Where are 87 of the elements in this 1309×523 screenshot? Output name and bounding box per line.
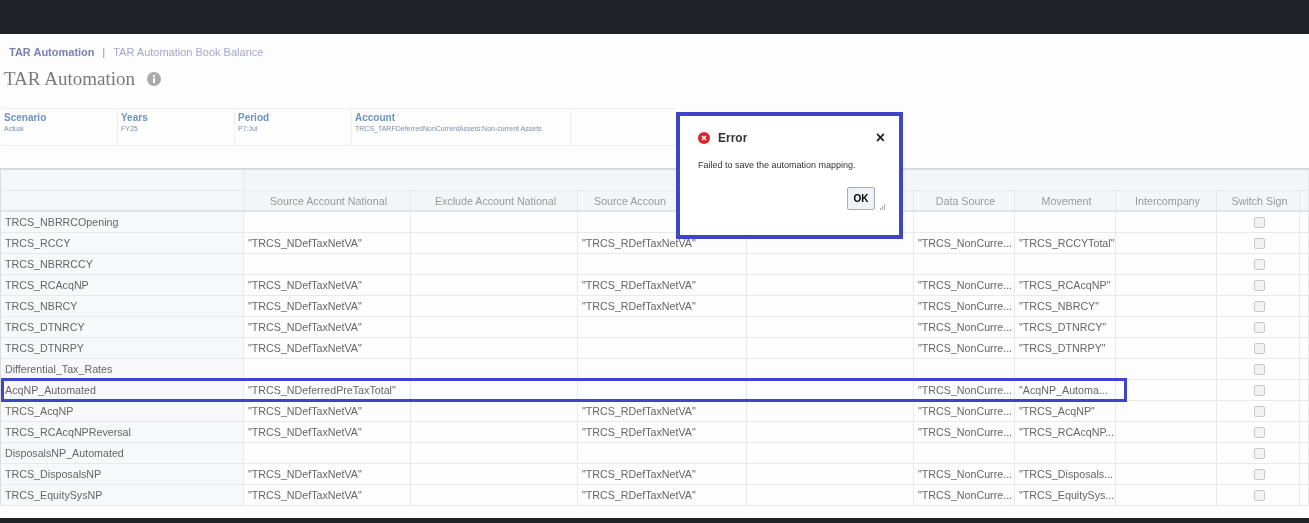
column-header[interactable]: Movement xyxy=(1041,194,1092,207)
row-header: TRCS_NBRRCOpening xyxy=(5,216,119,228)
checkbox[interactable] xyxy=(1254,300,1265,312)
table-cell: "TRCS_RDefTaxNetVA" xyxy=(582,300,696,312)
checkbox[interactable] xyxy=(1254,489,1265,501)
table-cell: "TRCS_NonCurre... xyxy=(918,468,1013,480)
filter-label: Period xyxy=(238,112,271,123)
row-header: TRCS_EquitySysNP xyxy=(5,489,103,501)
table-cell: "TRCS_NonCurre... xyxy=(918,321,1013,333)
row-header: TRCS_AcqNP xyxy=(5,405,74,417)
table-cell: "TRCS_RDefTaxNetVA" xyxy=(582,426,696,438)
checkbox[interactable] xyxy=(1254,468,1265,480)
table-cell: "TRCS_DTNRPY" xyxy=(1019,342,1106,354)
table-cell: "TRCS_NDefTaxNetVA" xyxy=(248,468,362,480)
table-cell: "TRCS_DTNRCY" xyxy=(1019,321,1107,333)
page-title: TAR Automation xyxy=(4,68,135,90)
table-cell: "TRCS_NDefTaxNetVA" xyxy=(248,321,362,333)
error-icon xyxy=(698,132,710,144)
checkbox[interactable] xyxy=(1254,258,1265,270)
table-cell: "TRCS_RCAcqNP... xyxy=(1019,426,1115,438)
checkbox[interactable] xyxy=(1254,405,1265,417)
checkbox[interactable] xyxy=(1254,426,1265,438)
table-cell: "TRCS_EquitySys... xyxy=(1019,489,1115,501)
row-header: TRCS_RCCY xyxy=(5,237,71,249)
table-cell: "TRCS_NonCurre... xyxy=(918,342,1013,354)
checkbox[interactable] xyxy=(1254,384,1265,396)
table-cell: "TRCS_NonCurre... xyxy=(918,300,1013,312)
column-header[interactable]: Source Account National xyxy=(269,194,387,207)
row-header: TRCS_DisposalsNP xyxy=(5,468,102,480)
row-header: TRCS_RCAcqNPReversal xyxy=(5,426,131,438)
table-cell: "TRCS_NonCurre... xyxy=(918,489,1013,501)
table-cell: "TRCS_NDeferredPreTaxTotal" xyxy=(248,384,396,396)
table-cell: "TRCS_NonCurre... xyxy=(918,237,1013,249)
row-header: Differential_Tax_Rates xyxy=(5,363,113,375)
row-header: DisposalsNP_Automated xyxy=(5,447,124,459)
filter-label: Account xyxy=(355,112,396,123)
checkbox[interactable] xyxy=(1254,216,1265,228)
filter-label: Years xyxy=(121,112,149,123)
table-cell: "TRCS_NDefTaxNetVA" xyxy=(248,279,362,291)
table-cell: "TRCS_Disposals... xyxy=(1019,468,1114,480)
table-cell: "TRCS_RDefTaxNetVA" xyxy=(582,237,696,249)
table-cell: "TRCS_RDefTaxNetVA" xyxy=(582,468,696,480)
row-header: TRCS_DTNRPY xyxy=(5,342,84,354)
breadcrumb-link[interactable]: TAR Automation xyxy=(9,46,95,58)
breadcrumb-separator: | xyxy=(102,46,106,58)
table-cell: "TRCS_NonCurre... xyxy=(918,426,1013,438)
column-header[interactable]: Source Accoun xyxy=(594,194,666,207)
breadcrumb-link[interactable]: TAR Automation Book Balance xyxy=(113,46,264,58)
table-cell: "TRCS_RDefTaxNetVA" xyxy=(582,279,696,291)
filter-label: Scenario xyxy=(4,112,48,123)
table-cell: "TRCS_NDefTaxNetVA" xyxy=(248,426,362,438)
table-cell: "TRCS_NBRCY" xyxy=(1019,300,1100,312)
row-header: TRCS_NBRRCCY xyxy=(5,258,93,270)
resize-grip-icon[interactable] xyxy=(879,204,885,210)
row-header: TRCS_NBRCY xyxy=(5,300,78,312)
table-cell: "TRCS_RCAcqNP" xyxy=(1019,279,1111,291)
table-cell: "TRCS_NDefTaxNetVA" xyxy=(248,489,362,501)
row-header: AcqNP_Automated xyxy=(5,384,96,396)
ok-button[interactable]: OK xyxy=(847,187,875,210)
column-header[interactable]: Switch Sign xyxy=(1231,194,1288,207)
table-cell: "TRCS_NDefTaxNetVA" xyxy=(248,300,362,312)
table-cell: "TRCS_NonCurre... xyxy=(918,279,1013,291)
checkbox[interactable] xyxy=(1254,237,1265,249)
table-cell: "TRCS_RCCYTotal" xyxy=(1019,237,1115,249)
table-cell: "TRCS_NDefTaxNetVA" xyxy=(248,405,362,417)
checkbox[interactable] xyxy=(1254,321,1265,333)
dialog-message: Failed to save the automation mapping. xyxy=(698,160,857,170)
table-cell: "TRCS_NonCurre... xyxy=(918,384,1013,396)
checkbox[interactable] xyxy=(1254,279,1265,291)
table-cell: "TRCS_RDefTaxNetVA" xyxy=(582,405,696,417)
checkbox[interactable] xyxy=(1254,447,1265,459)
info-icon[interactable] xyxy=(146,72,161,86)
column-header[interactable]: Exclude Account National xyxy=(434,194,557,207)
row-header: TRCS_DTNRCY xyxy=(5,321,85,333)
close-button[interactable]: × xyxy=(875,129,885,147)
table-cell: "TRCS_RDefTaxNetVA" xyxy=(582,489,696,501)
checkbox[interactable] xyxy=(1254,342,1265,354)
table-cell: "TRCS_AcqNP" xyxy=(1019,405,1095,417)
column-header[interactable]: Data Source xyxy=(935,194,996,207)
table-cell: "AcqNP_Automa... xyxy=(1019,384,1108,396)
column-header[interactable]: Intercompany xyxy=(1135,194,1200,207)
table-cell: "TRCS_NDefTaxNetVA" xyxy=(248,237,362,249)
dialog-title: Error xyxy=(718,131,749,145)
row-header: TRCS_RCAcqNP xyxy=(5,279,89,291)
table-cell: "TRCS_NDefTaxNetVA" xyxy=(248,342,362,354)
table-cell: "TRCS_NonCurre... xyxy=(918,405,1013,417)
checkbox[interactable] xyxy=(1254,363,1265,375)
